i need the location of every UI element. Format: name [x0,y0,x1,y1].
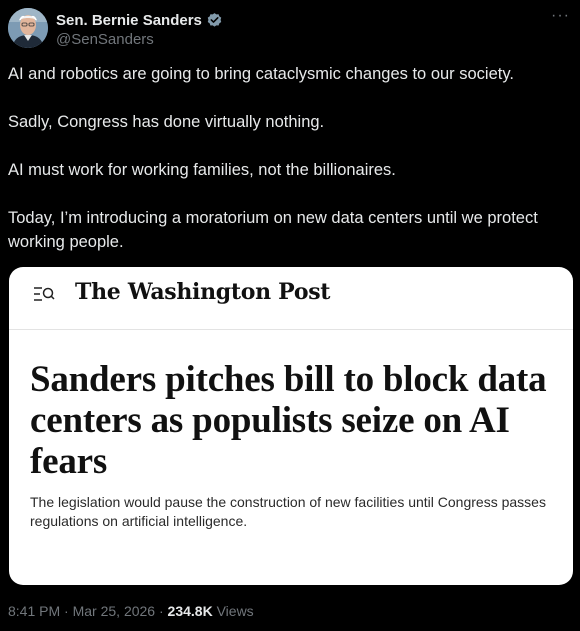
verified-badge-icon [206,12,223,29]
views-label: Views [216,603,254,619]
tweet-date[interactable]: Mar 25, 2026 [73,603,156,619]
tweet-paragraph: Today, I’m introducing a moratorium on n… [8,209,538,251]
tweet-text: AI and robotics are going to bring catac… [8,62,568,254]
article-dek: The legislation would pause the construc… [30,494,546,529]
meta-separator: · [64,603,69,619]
author-names: Sen. Bernie Sanders @SenSanders [56,10,223,48]
tweet-time[interactable]: 8:41 PM [8,603,60,619]
tweet-paragraph: AI and robotics are going to bring catac… [8,65,514,83]
author-handle[interactable]: @SenSanders [56,31,223,48]
publication-logo: The Washington Post [75,279,331,305]
views-count[interactable]: 234.8K [168,603,213,619]
tweet-paragraph: Sadly, Congress has done virtually nothi… [8,113,325,131]
more-options-icon[interactable]: ··· [551,8,570,24]
tweet-meta: 8:41 PM · Mar 25, 2026 · 234.8K Views [8,603,254,619]
menu-search-icon [33,285,55,305]
tweet-paragraph: AI must work for working families, not t… [8,161,396,179]
article-masthead-bar: The Washington Post [9,267,573,330]
author-display-name[interactable]: Sen. Bernie Sanders [56,12,202,29]
meta-separator: · [158,603,164,619]
avatar[interactable] [8,8,48,48]
tweet-header: Sen. Bernie Sanders @SenSanders ··· [8,8,572,52]
article-headline: Sanders pitches bill to block data cente… [30,359,547,482]
article-image-card[interactable]: The Washington Post Sanders pitches bill… [9,267,573,585]
name-row: Sen. Bernie Sanders [56,10,223,30]
